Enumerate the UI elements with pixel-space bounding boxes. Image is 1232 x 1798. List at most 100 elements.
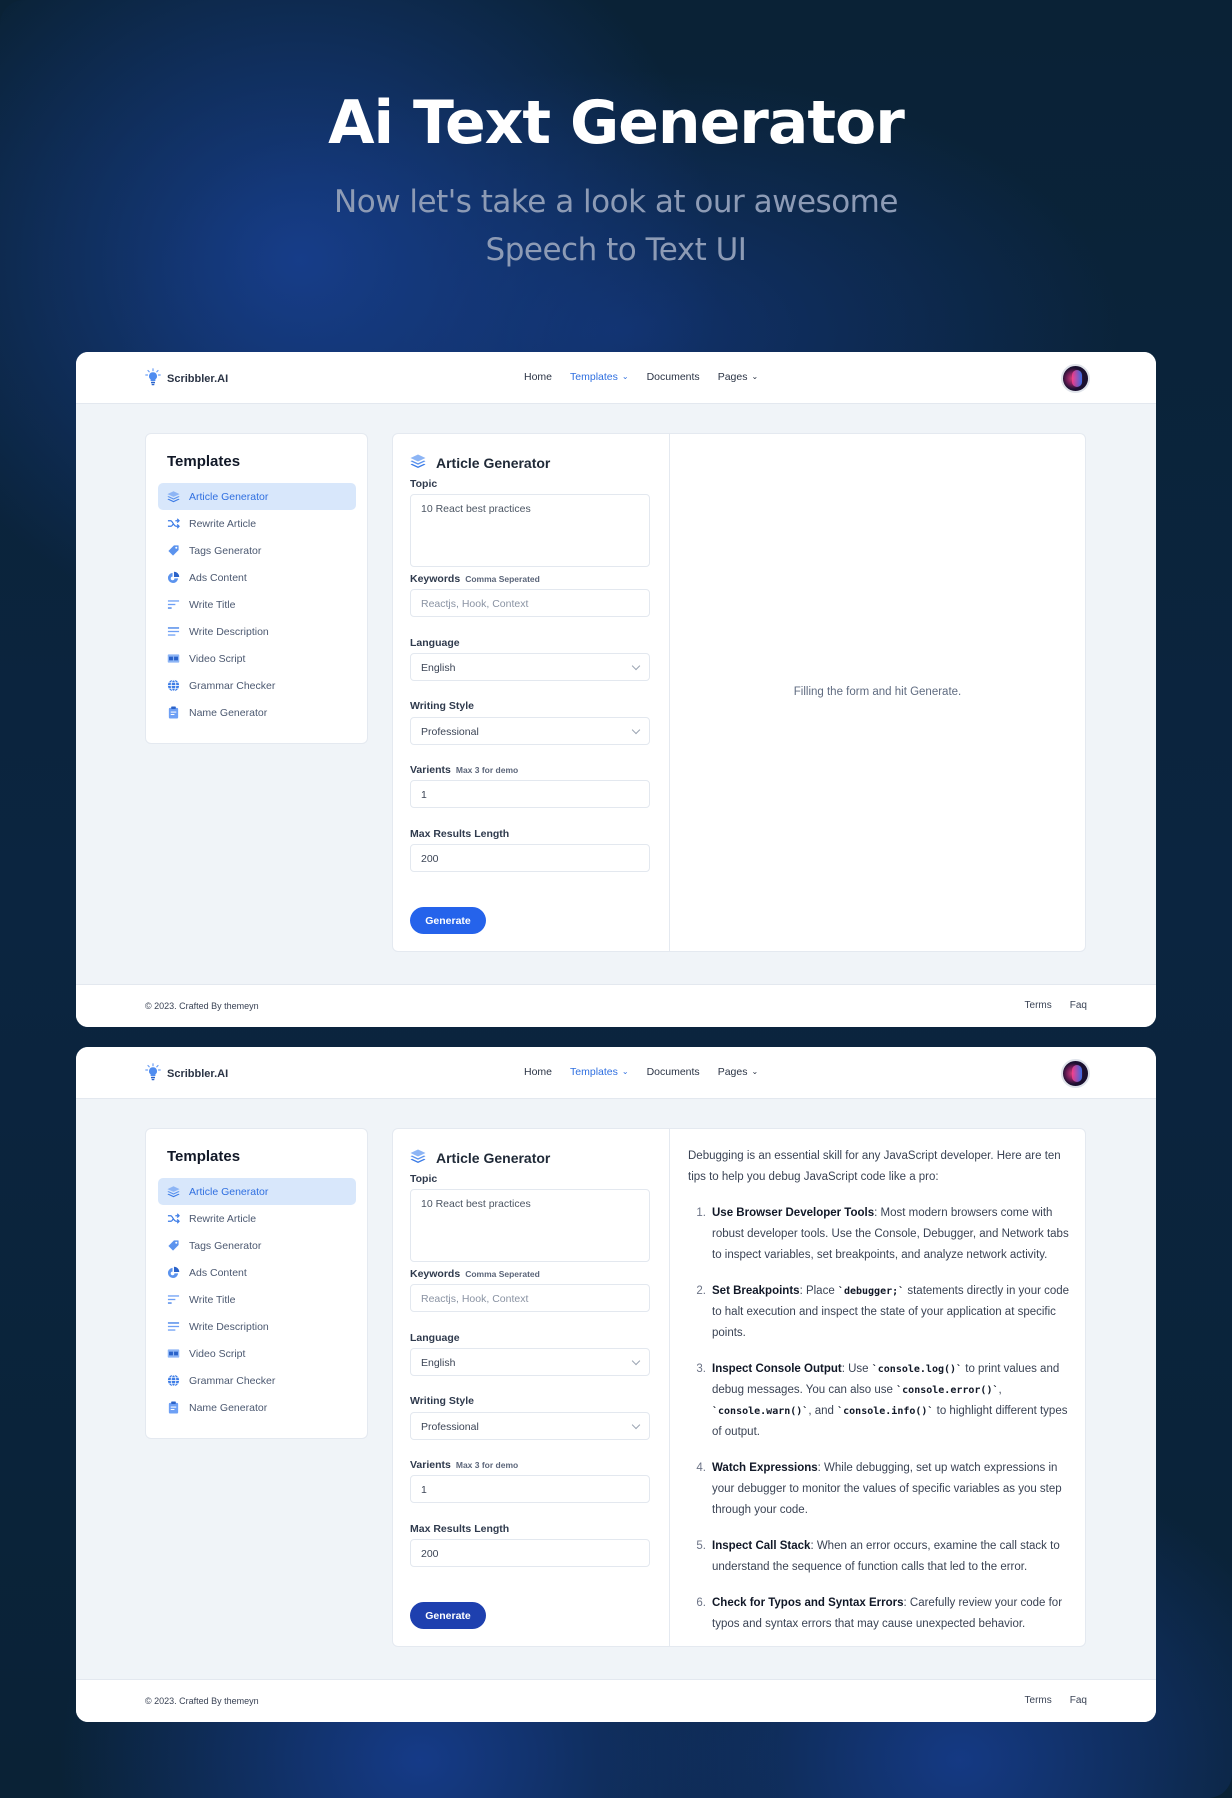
nav-pages[interactable]: Pages ⌄ [718,1066,758,1078]
keywords-input[interactable]: Reactjs, Hook, Context [410,589,650,617]
sidebar-item-label: Write Title [189,598,236,611]
keywords-label-text: Keywords [410,573,461,585]
sidebar-item-ads-content[interactable]: Ads Content [158,564,356,591]
tip-text: : Use [841,1363,872,1375]
topic-textarea[interactable]: 10 React best practices [410,494,650,567]
writing-style-label: Writing Style [410,700,474,712]
writing-style-select[interactable]: Professional [410,717,650,745]
sidebar-item-write-title[interactable]: Write Title [158,1286,356,1313]
film-icon [167,652,180,665]
sidebar-item-name-generator[interactable]: Name Generator [158,699,356,726]
nav-documents[interactable]: Documents [647,1066,700,1078]
language-select[interactable]: English [410,653,650,681]
footer-link-terms[interactable]: Terms [1025,1695,1052,1706]
chevron-down-icon: ⌄ [751,1066,759,1076]
hero-subtitle-line-2: Speech to Text UI [485,232,747,268]
tip-text: , and [808,1405,838,1417]
footer-copyright: © 2023. Crafted By themeyn [145,1001,259,1011]
brand-logo[interactable]: Scribbler.AI [145,1063,228,1084]
sidebar-list: Article Generator Rewrite Article Tags Gen… [158,483,356,726]
tip-number: 6. [696,1597,706,1609]
sidebar-item-video-script[interactable]: Video Script [158,1340,356,1367]
sidebar-item-tags-generator[interactable]: Tags Generator [158,537,356,564]
tip-item: 4. Watch Expressions: While debugging, se… [696,1458,1072,1521]
lightbulb-icon [145,368,161,389]
sidebar-item-write-description[interactable]: Write Description [158,1313,356,1340]
sidebar-item-name-generator[interactable]: Name Generator [158,1394,356,1421]
nav-home[interactable]: Home [524,371,552,383]
variants-label-text: Varients [410,764,451,776]
variants-label-text: Varients [410,1459,451,1471]
generate-button[interactable]: Generate [410,907,486,934]
pie-chart-icon [167,571,180,584]
footer-link-faq[interactable]: Faq [1070,1695,1087,1706]
max-length-label: Max Results Length [410,828,510,840]
app-window-empty-state: Scribbler.AI Home Templates ⌄ Documents P… [76,352,1156,1027]
sidebar-item-ads-content[interactable]: Ads Content [158,1259,356,1286]
variants-input[interactable]: 1 [410,1475,650,1503]
writing-style-label: Writing Style [410,1395,474,1407]
user-avatar[interactable] [1061,364,1090,393]
nav-templates-label: Templates [570,1066,618,1078]
sidebar-item-label: Name Generator [189,1401,268,1414]
form-title: Article Generator [410,454,550,471]
keywords-label: Keywords Comma Seperated [410,573,540,585]
film-icon [167,1347,180,1360]
sidebar-item-label: Write Title [189,1293,236,1306]
sidebar-item-video-script[interactable]: Video Script [158,645,356,672]
footer-link-faq[interactable]: Faq [1070,1000,1087,1011]
topic-textarea[interactable]: 10 React best practices [410,1189,650,1262]
nav-documents[interactable]: Documents [647,371,700,383]
footer-link-terms[interactable]: Terms [1025,1000,1052,1011]
top-navbar: Scribbler.AI Home Templates ⌄ Documents P… [76,352,1156,404]
sidebar-item-article-generator[interactable]: Article Generator [158,1178,356,1205]
sidebar-item-label: Tags Generator [189,1239,262,1252]
sidebar-item-label: Ads Content [189,1266,247,1279]
sidebar-item-label: Write Description [189,1320,269,1333]
nav-pages-label: Pages [717,371,748,383]
form-title-text: Article Generator [436,454,551,471]
sidebar-item-article-generator[interactable]: Article Generator [158,483,356,510]
nav-templates[interactable]: Templates ⌄ [570,1066,629,1078]
globe-icon [167,679,180,692]
output-panel: Filling the form and hit Generate. [670,434,1085,951]
sidebar-item-write-title[interactable]: Write Title [158,591,356,618]
variants-hint: Max 3 for demo [455,1460,519,1470]
sidebar-item-tags-generator[interactable]: Tags Generator [158,1232,356,1259]
sidebar-item-label: Article Generator [189,1185,269,1198]
clipboard-icon [167,706,180,719]
footer-copyright: © 2023. Crafted By themeyn [145,1696,259,1706]
keywords-label: Keywords Comma Seperated [410,1268,540,1280]
variants-input[interactable]: 1 [410,780,650,808]
nav-pages[interactable]: Pages ⌄ [718,371,758,383]
max-length-input[interactable]: 200 [410,1539,650,1567]
sidebar-item-grammar-checker[interactable]: Grammar Checker [158,1367,356,1394]
tip-number: 2. [696,1285,706,1297]
generate-button[interactable]: Generate [410,1602,486,1629]
nav-home[interactable]: Home [524,1066,552,1078]
nav-pages-label: Pages [717,1066,748,1078]
sidebar-item-rewrite-article[interactable]: Rewrite Article [158,1205,356,1232]
brand-logo[interactable]: Scribbler.AI [145,368,228,389]
nav-templates[interactable]: Templates ⌄ [570,371,629,383]
nav-home-label: Home [524,371,553,383]
keywords-input[interactable]: Reactjs, Hook, Context [410,1284,650,1312]
content-area: Templates Article Generator Rewrite Artic… [76,404,1156,985]
text-lines-icon [167,625,180,638]
sidebar-item-label: Tags Generator [189,544,262,557]
inline-code: `console.error()` [896,1385,999,1396]
user-avatar[interactable] [1061,1059,1090,1088]
sidebar-item-grammar-checker[interactable]: Grammar Checker [158,672,356,699]
tip-number: 5. [696,1540,706,1552]
chevron-down-icon: ⌄ [621,1066,629,1076]
language-select[interactable]: English [410,1348,650,1376]
writing-style-select[interactable]: Professional [410,1412,650,1440]
sidebar-item-rewrite-article[interactable]: Rewrite Article [158,510,356,537]
max-length-input[interactable]: 200 [410,844,650,872]
sidebar-title: Templates [167,1148,241,1165]
generator-form: Article Generator Topic 10 React best pr… [393,434,670,951]
pie-chart-icon [167,1266,180,1279]
sidebar-item-label: Article Generator [189,490,269,503]
main-nav: Home Templates ⌄ Documents Pages ⌄ [524,1066,758,1078]
sidebar-item-write-description[interactable]: Write Description [158,618,356,645]
